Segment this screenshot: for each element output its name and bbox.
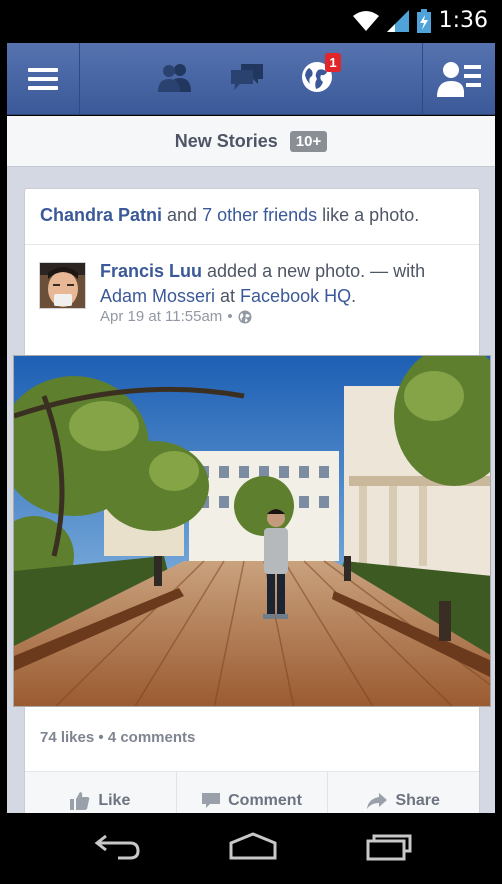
story-action-text: added a new photo. — with	[202, 261, 426, 281]
story-text: Francis Luu added a new photo. — with Ad…	[100, 259, 470, 309]
share-arrow-icon	[367, 792, 388, 809]
like-label: Like	[98, 791, 131, 809]
story-at-text: at	[215, 286, 241, 306]
home-icon[interactable]	[228, 831, 278, 861]
friend-requests-button[interactable]	[157, 62, 193, 97]
wifi-icon	[352, 10, 379, 31]
recent-apps-icon[interactable]	[366, 831, 416, 861]
comment-label: Comment	[228, 791, 302, 809]
public-globe-icon	[238, 310, 252, 323]
story-card: Chandra Patni and 7 other friends like a…	[13, 188, 491, 813]
thumbs-up-icon	[70, 791, 90, 810]
story-end: .	[351, 286, 357, 306]
clock: 1:36	[438, 8, 488, 33]
profile-list-icon	[437, 62, 481, 97]
menu-icon	[28, 68, 58, 90]
system-nav-bar	[0, 813, 502, 884]
story-stats: 74 likes • 4 comments	[40, 729, 195, 746]
comment-button[interactable]: Comment	[175, 772, 328, 813]
notifications-badge: 1	[325, 52, 341, 72]
friend-requests-icon	[158, 63, 191, 92]
story-timestamp[interactable]: Apr 19 at 11:55am	[100, 308, 222, 325]
story-meta: Apr 19 at 11:55am •	[100, 308, 252, 325]
new-stories-bar[interactable]: New Stories 10+	[7, 116, 495, 167]
stats-separator: •	[98, 729, 104, 746]
like-button[interactable]: Like	[25, 772, 176, 813]
messages-button[interactable]	[229, 62, 265, 97]
author-avatar[interactable]	[39, 262, 86, 309]
menu-button[interactable]	[7, 43, 80, 115]
header-action: like a photo.	[317, 205, 420, 225]
story-header: Chandra Patni and 7 other friends like a…	[25, 189, 479, 245]
share-label: Share	[395, 791, 440, 809]
place-link[interactable]: Facebook HQ	[240, 286, 351, 306]
actor-link[interactable]: Chandra Patni	[40, 205, 162, 225]
comment-icon	[202, 792, 221, 808]
cell-signal-icon	[386, 9, 409, 32]
back-icon[interactable]	[94, 831, 142, 861]
author-link[interactable]: Francis Luu	[100, 261, 202, 281]
notifications-button[interactable]: 1	[301, 52, 341, 98]
status-bar: 1:36	[0, 0, 502, 43]
other-friends-link[interactable]: 7 other friends	[202, 205, 317, 225]
new-stories-count: 10+	[289, 130, 328, 152]
new-stories-label: New Stories	[174, 130, 278, 151]
comments-count[interactable]: 4 comments	[108, 729, 196, 746]
header-and: and	[162, 205, 203, 225]
messages-icon	[231, 63, 263, 90]
share-button[interactable]: Share	[327, 772, 479, 813]
top-navbar: 1	[7, 43, 495, 115]
likes-count[interactable]: 74 likes	[40, 729, 94, 746]
story-actions: Like Comment Share	[25, 771, 479, 813]
news-feed: New Stories 10+ Chandra Patni and 7 othe…	[7, 116, 495, 813]
tagged-friend-link[interactable]: Adam Mosseri	[100, 286, 215, 306]
story-photo[interactable]	[13, 355, 491, 707]
meta-separator: •	[227, 308, 233, 325]
battery-charging-icon	[416, 8, 431, 33]
profile-list-button[interactable]	[422, 43, 495, 115]
